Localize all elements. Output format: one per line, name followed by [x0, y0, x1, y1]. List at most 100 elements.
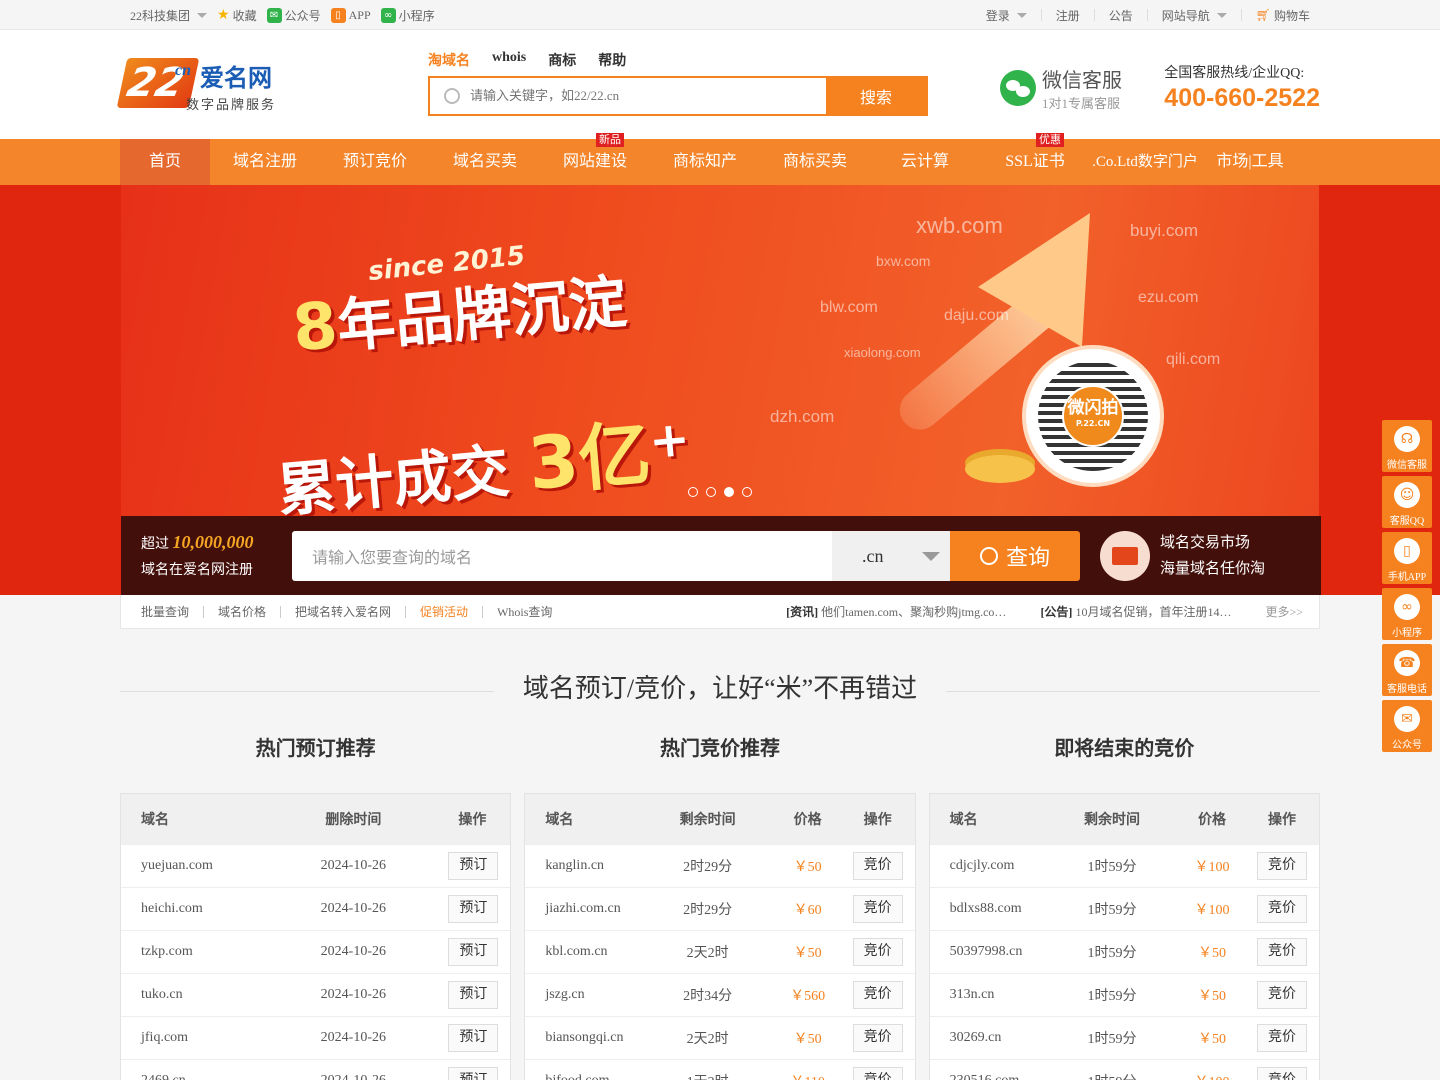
suffix-select[interactable]: .cn [832, 531, 950, 581]
row-domain[interactable]: cdjcjly.com [950, 858, 1057, 874]
row-domain[interactable]: heichi.com [141, 901, 288, 917]
tab-whois[interactable]: whois [492, 50, 526, 70]
nav-coltd-portal[interactable]: .Co.Ltd数字门户 [1090, 139, 1200, 185]
nav-trademark-ip[interactable]: 商标知产 [650, 139, 760, 185]
login-link[interactable]: 登录 [986, 7, 1027, 24]
app-link[interactable]: ▯ APP [330, 7, 371, 23]
nav-reserve-auction[interactable]: 预订竞价 [320, 139, 430, 185]
register-link[interactable]: 注册 [1056, 7, 1080, 24]
reserve-button[interactable]: 预订 [448, 852, 499, 880]
hotline: 全国客服热线/企业QQ: 400-660-2522 [1164, 62, 1320, 113]
reserve-button[interactable]: 预订 [448, 981, 499, 1009]
nav-market-tools[interactable]: 市场|工具 [1200, 139, 1300, 185]
row-domain[interactable]: 2469.cn [141, 1073, 288, 1080]
domain-price-link[interactable]: 域名价格 [204, 603, 280, 620]
promotion-link[interactable]: 促销活动 [406, 603, 482, 620]
header-search-button[interactable]: 搜索 [826, 78, 926, 114]
table-row: jfiq.com 2024-10-26 预订 [121, 1016, 511, 1059]
news-item[interactable]: [资讯] 他们tamen.com、聚淘秒购jtmg.co… [786, 603, 1006, 620]
tab-help[interactable]: 帮助 [598, 50, 626, 70]
nav-trademark-trade[interactable]: 商标买卖 [760, 139, 870, 185]
divider [1093, 9, 1095, 21]
whois-link[interactable]: Whois查询 [483, 603, 566, 620]
hero-banner[interactable]: since 2015 8年品牌沉淀 累计成交 3亿+ xwb.com buyi.… [0, 185, 1440, 595]
bid-button[interactable]: 竞价 [852, 1067, 903, 1080]
domain-search-input[interactable]: 请输入您要查询的域名 [292, 531, 832, 581]
notice-tag: [公告] [1040, 605, 1073, 619]
header-search-input[interactable] [460, 78, 826, 114]
row-domain[interactable]: yuejuan.com [141, 858, 288, 874]
row-domain[interactable]: jiazhi.com.cn [545, 901, 652, 917]
side-app[interactable]: ▯ 手机APP [1382, 532, 1432, 584]
banner-headline-2: 累计成交 3亿+ [272, 391, 694, 532]
reserve-button[interactable]: 预订 [448, 895, 499, 923]
side-label: 客服电话 [1387, 684, 1427, 695]
bid-button[interactable]: 竞价 [852, 981, 903, 1009]
bid-button[interactable]: 竞价 [1256, 1067, 1307, 1080]
bid-button[interactable]: 竞价 [1256, 895, 1307, 923]
side-mini-program[interactable]: ∞ 小程序 [1382, 588, 1432, 640]
notice-item[interactable]: [公告] 10月域名促销，首年注册14… [1040, 603, 1231, 620]
row-domain[interactable]: 230516.com [950, 1073, 1057, 1080]
reserve-button[interactable]: 预订 [448, 1067, 499, 1080]
favorite-link[interactable]: ★ 收藏 [217, 7, 257, 24]
nav-website-build[interactable]: 网站建设 新品 [540, 133, 650, 185]
qr-code[interactable]: 微闪拍 P.22.CN [1022, 345, 1164, 487]
row-domain[interactable]: biansongqi.cn [545, 1030, 652, 1046]
bid-button[interactable]: 竞价 [1256, 981, 1307, 1009]
register-count: 超过 10,000,000 域名在爱名网注册 [121, 529, 292, 584]
col-domain: 域名 [141, 813, 169, 828]
carousel-dot[interactable] [742, 487, 752, 497]
transfer-in-link[interactable]: 把域名转入爱名网 [281, 603, 405, 620]
side-wechat-mp[interactable]: ✉ 公众号 [1382, 700, 1432, 752]
site-logo[interactable]: 22 cn 爱名网 数字品牌服务 [116, 58, 290, 114]
row-domain[interactable]: bdlxs88.com [950, 901, 1057, 917]
row-domain[interactable]: bjfood.com [545, 1073, 652, 1080]
side-wechat-service[interactable]: ☊ 微信客服 [1382, 420, 1432, 472]
bid-button[interactable]: 竞价 [1256, 1024, 1307, 1052]
side-qq[interactable]: ☺ 客服QQ [1382, 476, 1432, 528]
carousel-dot[interactable] [706, 487, 716, 497]
bid-button[interactable]: 竞价 [1256, 852, 1307, 880]
banner-domain: bxw.com [876, 253, 931, 269]
wechat-mp-link[interactable]: ✉ 公众号 [266, 7, 321, 24]
group-link[interactable]: 22科技集团 [130, 7, 208, 24]
nav-home[interactable]: 首页 [120, 139, 210, 185]
row-domain[interactable]: kanglin.cn [545, 858, 652, 874]
row-domain[interactable]: jfiq.com [141, 1030, 288, 1046]
reserve-button[interactable]: 预订 [448, 938, 499, 966]
tab-trademark[interactable]: 商标 [548, 50, 576, 70]
row-domain[interactable]: 30269.cn [950, 1030, 1057, 1046]
nav-ssl[interactable]: SSL证书 优惠 [980, 133, 1090, 185]
bid-button[interactable]: 竞价 [852, 895, 903, 923]
row-domain[interactable]: tzkp.com [141, 944, 288, 960]
nav-domain-trade[interactable]: 域名买卖 [430, 139, 540, 185]
bid-button[interactable]: 竞价 [852, 938, 903, 966]
row-domain[interactable]: jszg.cn [545, 987, 652, 1003]
row-domain[interactable]: 50397998.cn [950, 944, 1057, 960]
row-domain[interactable]: kbl.com.cn [545, 944, 652, 960]
row-domain[interactable]: 313n.cn [950, 987, 1057, 1003]
carousel-dot-active[interactable] [724, 487, 734, 497]
carousel-dot[interactable] [688, 487, 698, 497]
tab-domain[interactable]: 淘域名 [428, 50, 470, 70]
cart-link[interactable]: 🛒︎ 购物车 [1256, 7, 1310, 24]
wechat-icon: ✉ [1394, 706, 1420, 732]
batch-query-link[interactable]: 批量查询 [141, 603, 203, 620]
domain-market-link[interactable]: 域名交易市场 海量域名任你淘 [1100, 530, 1265, 582]
reserve-button[interactable]: 预订 [448, 1024, 499, 1052]
table-row: 30269.cn 1时59分 ￥50 竞价 [929, 1016, 1319, 1059]
bid-button[interactable]: 竞价 [852, 1024, 903, 1052]
notice-link[interactable]: 公告 [1109, 7, 1133, 24]
nav-domain-register[interactable]: 域名注册 [210, 139, 320, 185]
site-nav-link[interactable]: 网站导航 [1162, 7, 1227, 24]
wechat-service[interactable]: 微信客服 1对1专属客服 [1000, 64, 1122, 112]
more-link[interactable]: 更多>> [1265, 603, 1303, 620]
domain-query-button[interactable]: 查询 [950, 531, 1080, 581]
side-phone[interactable]: ☎ 客服电话 [1382, 644, 1432, 696]
mini-program-link[interactable]: ∞ 小程序 [380, 7, 435, 24]
bid-button[interactable]: 竞价 [852, 852, 903, 880]
nav-cloud[interactable]: 云计算 [870, 139, 980, 185]
bid-button[interactable]: 竞价 [1256, 938, 1307, 966]
row-domain[interactable]: tuko.cn [141, 987, 288, 1003]
